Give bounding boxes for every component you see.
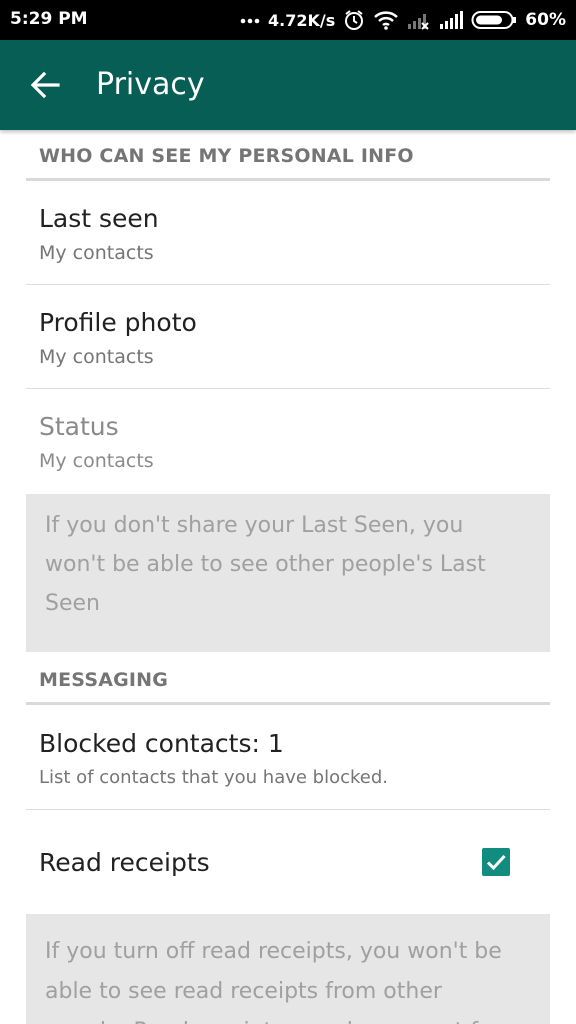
- setting-value: My contacts: [39, 450, 154, 472]
- section-header-label: WHO CAN SEE MY PERSONAL INFO: [39, 145, 414, 167]
- page-title: Privacy: [96, 67, 205, 102]
- checkmark-icon: [486, 854, 506, 871]
- app-bar: Privacy: [0, 40, 576, 130]
- section-header-label: MESSAGING: [39, 669, 169, 691]
- read-receipts-info-note: If you turn off read receipts, you won't…: [26, 914, 550, 1024]
- status-bar: 5:29 PM 4.72K/s 60%: [0, 0, 576, 40]
- signal-x-icon: [407, 10, 431, 30]
- arrow-left-icon: [30, 71, 60, 99]
- section-header-personal-info: WHO CAN SEE MY PERSONAL INFO: [26, 130, 550, 181]
- setting-title: Read receipts: [39, 848, 210, 877]
- alarm-icon: [343, 9, 365, 31]
- back-button[interactable]: [28, 69, 62, 101]
- setting-profile-photo[interactable]: Profile photo My contacts: [26, 285, 550, 389]
- signal-icon: [439, 10, 464, 30]
- battery-percent: 60%: [525, 10, 566, 30]
- section-header-messaging: MESSAGING: [26, 652, 550, 705]
- setting-title: Blocked contacts: 1: [39, 729, 284, 758]
- last-seen-info-note: If you don't share your Last Seen, you w…: [26, 494, 550, 652]
- read-receipts-checkbox[interactable]: [482, 848, 510, 876]
- setting-read-receipts[interactable]: Read receipts: [26, 810, 550, 914]
- setting-title: Status: [39, 412, 119, 441]
- setting-last-seen[interactable]: Last seen My contacts: [26, 181, 550, 285]
- more-dots-icon: [240, 16, 260, 24]
- battery-icon: [471, 10, 517, 30]
- setting-title: Profile photo: [39, 308, 197, 337]
- setting-blocked-contacts[interactable]: Blocked contacts: 1 List of contacts tha…: [26, 705, 550, 810]
- status-time: 5:29 PM: [10, 9, 88, 29]
- wifi-icon: [373, 10, 399, 30]
- setting-status[interactable]: Status My contacts: [26, 389, 550, 494]
- setting-subtitle: List of contacts that you have blocked.: [39, 767, 389, 788]
- setting-value: My contacts: [39, 346, 154, 368]
- network-speed: 4.72K/s: [268, 10, 336, 30]
- setting-title: Last seen: [39, 204, 159, 233]
- setting-value: My contacts: [39, 242, 154, 264]
